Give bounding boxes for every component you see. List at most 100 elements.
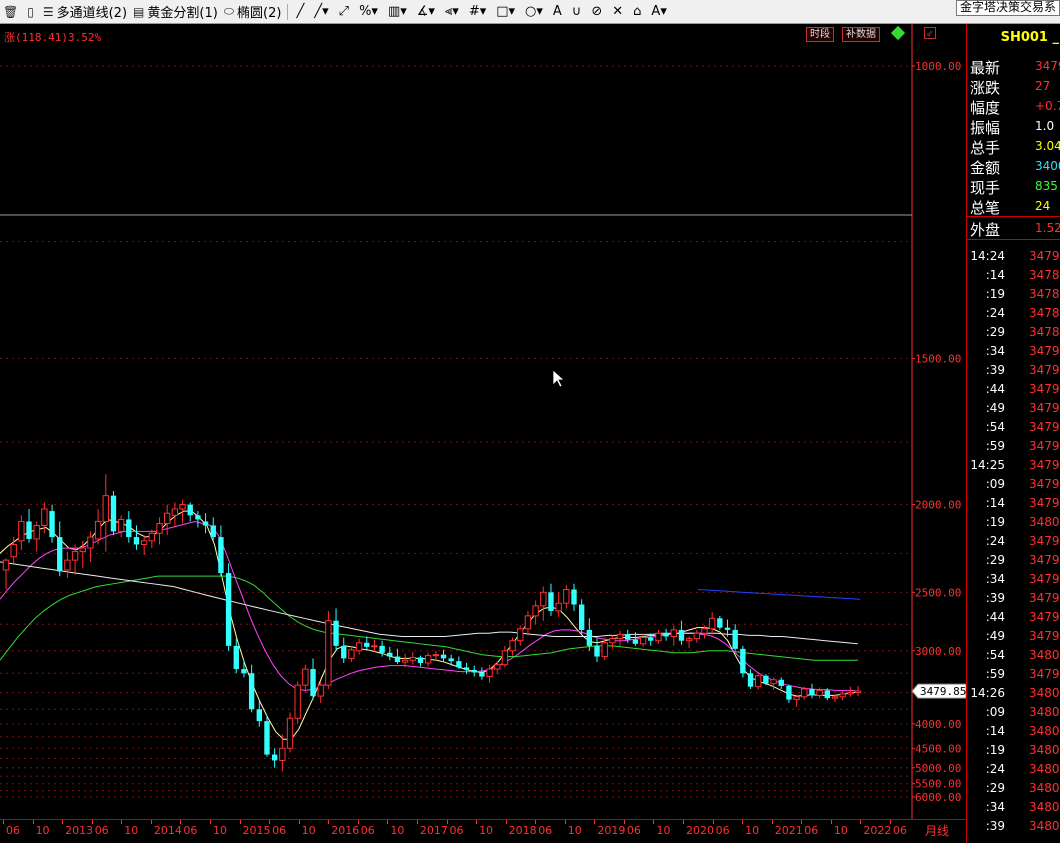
tick-time: 14:24 <box>970 249 1005 263</box>
tick-row: :29 3480 <box>967 781 1060 800</box>
tick-row: :14 3480 <box>967 724 1060 743</box>
parallel-lines-tool[interactable]: ☰ 多通道线(2) <box>40 1 130 23</box>
x-tick-label: 06 <box>715 824 730 837</box>
quote-value: 3.04 <box>1035 139 1060 153</box>
fibonacci-tool[interactable]: ▤ 黄金分割(1) <box>130 1 221 23</box>
moving-average-line <box>697 588 861 600</box>
candle-body <box>494 664 501 670</box>
y-tick-label: 5000.00 <box>915 762 961 775</box>
draw-tool-11[interactable]: ∪ <box>567 1 587 23</box>
tick-time: :14 <box>985 724 1005 738</box>
tick-time: :29 <box>985 325 1005 339</box>
tick-price: 3480 <box>1029 648 1060 662</box>
strategy-menu[interactable]: 金字塔决策交易系 <box>955 0 1060 16</box>
candle-body <box>333 620 339 646</box>
chart-area[interactable]: 1000.001500.002000.002500.003000.003500.… <box>0 24 966 819</box>
candle-body <box>663 633 669 637</box>
timeshare-button[interactable]: 时段 <box>806 27 834 42</box>
x-tick-mark <box>535 820 537 824</box>
candle-body <box>218 537 224 574</box>
quote-label: 最新 <box>970 59 1001 77</box>
candle-body <box>256 709 262 722</box>
y-tick-label: 3000.00 <box>915 645 961 658</box>
x-tick-mark <box>32 820 34 824</box>
tick-time: :49 <box>985 629 1005 643</box>
x-tick-mark <box>416 820 418 824</box>
candle-body <box>717 618 723 628</box>
tick-row: :59 3479 <box>967 439 1060 458</box>
last-price-label: 3479.85 <box>920 685 966 698</box>
vertical-line-tool[interactable]: ▯ <box>24 1 40 23</box>
candle-body <box>440 654 447 659</box>
candle-body <box>770 679 777 685</box>
tick-time: :49 <box>985 401 1005 415</box>
draw-tool-1[interactable]: ╱▾ <box>309 1 333 23</box>
candle-body <box>279 747 286 761</box>
tick-row: :54 3479 <box>967 420 1060 439</box>
draw-tool-13[interactable]: ✕ <box>607 1 628 23</box>
tick-time: :39 <box>985 819 1005 833</box>
x-tick-mark <box>298 820 300 824</box>
candle-body <box>424 655 432 664</box>
draw-tool-15[interactable]: A▾ <box>646 1 671 23</box>
x-tick-label: 06 <box>94 824 109 837</box>
x-tick-mark <box>121 820 123 824</box>
tick-time: :19 <box>985 515 1005 529</box>
draw-tool-9[interactable]: ○▾ <box>520 1 548 23</box>
quote-label: 现手 <box>970 179 1001 197</box>
y-tick-label: 1000.00 <box>915 60 961 73</box>
tick-row: :44 3479 <box>967 382 1060 401</box>
draw-tool-0[interactable]: ╱ <box>291 1 309 23</box>
draw-tool-10[interactable]: A <box>548 1 567 23</box>
candle-body <box>740 648 746 674</box>
draw-tool-2[interactable]: ⤢ <box>334 1 354 23</box>
tool-label: 黄金分割(1) <box>147 6 218 21</box>
drawing-toolbar: 🗑 ▯ ☰ 多通道线(2) ▤ 黄金分割(1) ⬭ 椭圆(2) ╱ ╱▾ ⤢ %▾ ▥▾ ∡▾ ⫷▾ #▾ □▾… <box>0 0 1060 24</box>
tick-price: 3479 <box>1029 420 1060 434</box>
candle-body <box>678 629 685 641</box>
tick-time: :24 <box>985 534 1005 548</box>
draw-tool-3[interactable]: %▾ <box>354 1 383 23</box>
x-tick-mark <box>623 820 625 824</box>
tick-price: 3479 <box>1029 667 1060 681</box>
kline-chart[interactable]: 1000.001500.002000.002500.003000.003500.… <box>0 24 966 819</box>
candle-body <box>94 520 102 540</box>
x-tick-mark <box>239 820 241 824</box>
trash-tool[interactable]: 🗑 <box>0 1 24 23</box>
panel-divider <box>967 216 1060 217</box>
quote-label: 总手 <box>970 139 1001 157</box>
draw-tool-4[interactable]: ▥▾ <box>383 1 412 23</box>
collapse-icon[interactable]: ⇙ <box>924 27 936 39</box>
tool-label: 椭圆(2) <box>237 6 282 21</box>
period-label[interactable]: 月线 <box>925 822 949 839</box>
tick-price: 3480 <box>1029 515 1060 529</box>
tick-time: :09 <box>985 477 1005 491</box>
y-tick-label: 1500.00 <box>915 352 961 365</box>
draw-tool-12[interactable]: ⊘ <box>586 1 607 23</box>
x-tick-label: 06 <box>272 824 287 837</box>
tick-price: 3480 <box>1029 686 1060 700</box>
candle-body <box>409 656 416 661</box>
tick-price: 3478 <box>1029 306 1060 320</box>
candle-body <box>317 684 324 697</box>
candle-body <box>517 628 524 642</box>
tick-price: 3480 <box>1029 781 1060 795</box>
ellipse-tool[interactable]: ⬭ 椭圆(2) <box>221 1 285 23</box>
draw-tool-6[interactable]: ⫷▾ <box>440 1 464 23</box>
x-tick-mark <box>3 820 4 824</box>
candle-body <box>417 657 424 663</box>
tick-row: :39 3479 <box>967 363 1060 382</box>
candle-body <box>225 573 232 646</box>
tick-time: 14:26 <box>970 686 1005 700</box>
candle-body <box>148 532 156 542</box>
x-tick-mark <box>860 820 862 824</box>
draw-tool-8[interactable]: □▾ <box>491 1 520 23</box>
tick-price: 3479 <box>1029 382 1060 396</box>
candle-body <box>793 696 800 701</box>
draw-tool-7[interactable]: #▾ <box>464 1 491 23</box>
panel-divider <box>967 239 1060 240</box>
draw-tool-14[interactable]: ⌂ <box>628 1 646 23</box>
draw-tool-5[interactable]: ∡▾ <box>412 1 440 23</box>
candle-body <box>364 642 370 647</box>
supplement-data-button[interactable]: 补数据 <box>842 27 880 42</box>
